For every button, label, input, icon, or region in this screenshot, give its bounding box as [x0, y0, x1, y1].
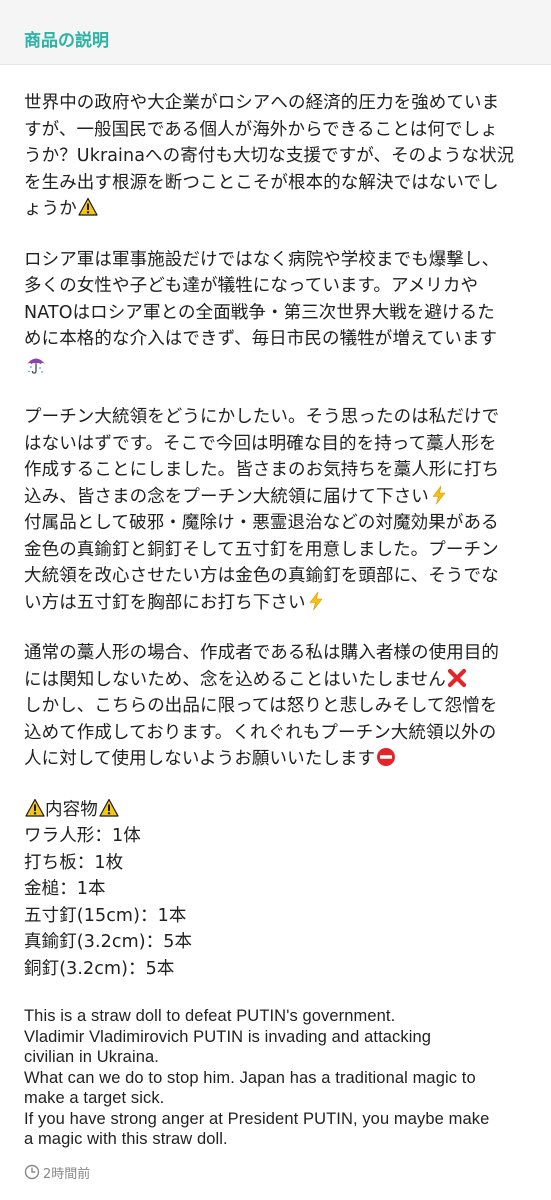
text-line: 世界中の政府や大企業がロシアへの経済的圧力を強めていま [24, 93, 500, 113]
text-line: 人に対して使用しないようお願いいたします [24, 749, 376, 769]
text-line-with-icon: 込み、皆さまの念をプーチン大統領に届けて下さい [24, 484, 529, 511]
text-line: はないはずです。そこで今回は明確な目的を持って藁人形を [24, 433, 497, 454]
text-line: a magic with this straw doll. [24, 1130, 228, 1148]
contents-heading: 内容物 [24, 797, 529, 824]
description-paragraph-2: ロシア軍は軍事施設だけではなく病院や学校までも爆撃し、 多くの女性や子ども達が犠… [24, 247, 529, 381]
text-line: には関知しないため、念を込めることはいたしません [24, 669, 446, 690]
cross-mark-icon [447, 668, 467, 688]
description-paragraph-1: 世界中の政府や大企業がロシアへの経済的圧力を強めていま すが、一般国民である個人… [24, 90, 529, 223]
text-line: を生み出す根源を断つことこそが根本的な解決ではないでし [24, 172, 499, 193]
text-line: 付属品として破邪・魔除け・悪霊退治などの対魔効果がある [24, 513, 499, 533]
text-line: うか？Ukrainaへの寄付も大切な支援ですが、そのような状況 [24, 146, 515, 166]
text-line: 多くの女性や子ども達が犠牲になっています。アメリカや [24, 276, 479, 296]
lightning-icon [430, 485, 448, 505]
text-line: What can we do to stop him. Japan has a … [24, 1068, 476, 1087]
lightning-icon [307, 591, 325, 611]
text-line: NATOはロシア軍との全面戦争・第三次世界大戦を避けるた [24, 302, 495, 323]
no-entry-icon [376, 747, 396, 767]
text-line: めに本格的な介入はできず、毎日市民の犠牲が増えています [24, 329, 498, 349]
list-item: ワラ人形：1体 [24, 826, 141, 846]
description-paragraph-4: 通常の藁人形の場合、作成者である私は購入者様の使用目的 には関知しないため、念を… [24, 640, 529, 773]
warning-icon [78, 197, 98, 217]
text-line: 金色の真鍮釘と銅釘そして五寸釘を用意しました。プーチン [24, 539, 499, 560]
text-line-with-icon: い方は五寸釘を胸部にお打ち下さい [24, 590, 529, 617]
text-line: ロシア軍は軍事施設だけではなく病院や学校までも爆撃し、 [24, 249, 500, 270]
text-line: 作成することにしました。皆さまのお気持ちを藁人形に打ち [24, 460, 500, 480]
list-item: 五寸釘(15cm)：1本 [24, 905, 187, 926]
icon-line [24, 353, 529, 381]
text-line: Vladimir Vladimirovich PUTIN is invading… [24, 1027, 432, 1046]
contents-heading-label: 内容物 [45, 799, 98, 820]
text-line-with-icon: ょうか [24, 196, 529, 223]
timestamp: 2時間前 [43, 1166, 91, 1182]
text-line: 込み、皆さまの念をプーチン大統領に届けて下さい [24, 486, 429, 507]
text-line: しかし、こちらの出品に限っては怒りと悲しみそして怨憎を [24, 696, 498, 716]
posted-time: 2時間前 [24, 1163, 91, 1182]
text-line: 込めて作成しております。くれぐれもプーチン大統領以外の [24, 722, 497, 743]
umbrella-icon [25, 353, 47, 375]
description-paragraph-3: プーチン大統領をどうにかしたい。そう思ったのは私だけで はないはずです。そこで今… [24, 404, 529, 616]
text-line: ょうか [24, 199, 77, 219]
text-line: This is a straw doll to defeat PUTIN's g… [24, 1007, 396, 1025]
warning-icon [25, 798, 45, 818]
list-item: 打ち板：1枚 [24, 852, 124, 873]
text-line: すが、一般国民である個人が海外からできることは何でしょ [24, 119, 498, 140]
text-line-with-icon: には関知しないため、念を込めることはいたしません [24, 667, 529, 694]
section-header: 商品の説明 [0, 0, 551, 65]
text-line: 大統領を改心させたい方は金色の真鍮釘を頭部に、そうでな [24, 566, 499, 586]
list-item: 真鍮釘(3.2cm)：5本 [24, 932, 193, 952]
text-line: make a target sick. [24, 1089, 165, 1107]
clock-icon [24, 1164, 40, 1180]
text-line: い方は五寸釘を胸部にお打ち下さい [24, 592, 306, 613]
text-line: If you have strong anger at President PU… [24, 1109, 490, 1128]
text-line: プーチン大統領をどうにかしたい。そう思ったのは私だけで [24, 407, 500, 427]
warning-icon [99, 798, 119, 818]
contents-list: 内容物 ワラ人形：1体 打ち板：1枚 金槌：1本 五寸釘(15cm)：1本 真鍮… [24, 797, 529, 983]
section-title: 商品の説明 [24, 31, 109, 51]
text-line: civilian in Ukraina. [24, 1048, 159, 1066]
product-description: 世界中の政府や大企業がロシアへの経済的圧力を強めていま すが、一般国民である個人… [24, 90, 529, 1174]
english-description: This is a straw doll to defeat PUTIN's g… [24, 1006, 529, 1150]
text-line-with-icon: 人に対して使用しないようお願いいたします [24, 746, 529, 773]
list-item: 金槌：1本 [24, 879, 106, 899]
text-line: 通常の藁人形の場合、作成者である私は購入者様の使用目的 [24, 643, 500, 663]
list-item: 銅釘(3.2cm)：5本 [24, 958, 175, 979]
